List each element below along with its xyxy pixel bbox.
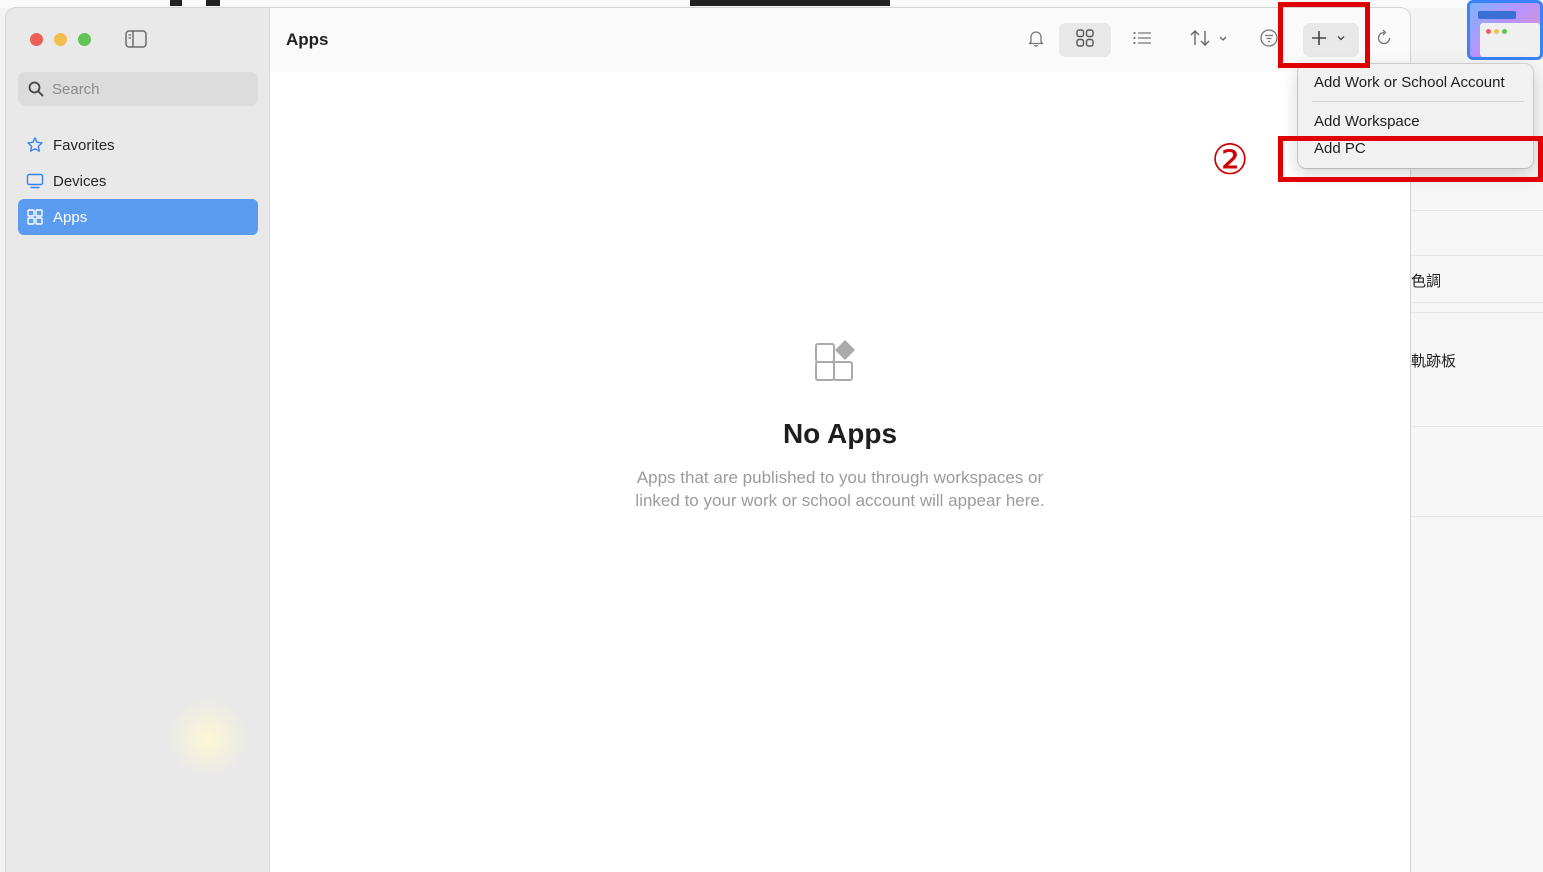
grid-view-icon [1075,28,1095,53]
refresh-icon [1374,28,1394,53]
annotation-highlight-add-button [1278,2,1370,68]
menu-separator [1312,101,1524,102]
star-icon [26,136,44,154]
search-placeholder: Search [52,80,100,98]
empty-state-line: Apps that are published to you through w… [636,468,1044,487]
thumbnail-bar [1478,11,1516,19]
sidebar-item-label: Apps [53,208,88,226]
apps-grid-icon [26,208,44,226]
sort-icon [1189,28,1233,53]
list-view-button[interactable] [1127,23,1157,57]
bg-divider [1411,302,1543,303]
apps-placeholder-icon [812,338,858,384]
sidebar-toggle-icon[interactable] [124,29,148,49]
bg-label-trackpad: 軌跡板 [1411,353,1457,370]
empty-state-message: Apps that are published to you through w… [560,466,1120,512]
thumbnail-dot [1486,29,1491,34]
menu-item-add-workspace[interactable]: Add Workspace [1314,113,1420,130]
bg-divider [1411,312,1543,313]
refresh-button[interactable] [1371,23,1397,57]
bg-divider [1411,210,1543,211]
sidebar-item-apps[interactable]: Apps [18,199,258,235]
sidebar-item-favorites[interactable]: Favorites [18,127,258,163]
page-title: Apps [286,30,329,49]
thumbnail-dot [1502,29,1507,34]
desktop-fragment [690,0,890,6]
monitor-icon [26,172,44,190]
filter-icon [1259,28,1279,53]
search-input[interactable]: Search [18,72,258,106]
bg-divider [1411,426,1543,427]
search-icon [28,81,44,97]
bg-label-tone: 色調 [1411,273,1442,290]
grid-view-button[interactable] [1059,23,1111,57]
bg-divider [1411,516,1543,517]
cursor-highlight [168,698,248,778]
sidebar-item-devices[interactable]: Devices [18,163,258,199]
bg-divider [1411,255,1543,256]
sidebar: Search Favorites Devices Apps [6,8,270,872]
sort-button[interactable] [1185,23,1237,57]
empty-state-line: linked to your work or school account wi… [635,491,1045,510]
sidebar-item-label: Favorites [53,136,115,154]
toolbar: Apps [271,8,1410,72]
annotation-highlight-add-pc [1278,136,1543,182]
close-button[interactable] [30,33,43,46]
desktop-fragment [206,0,220,6]
thumbnail-dot [1494,29,1499,34]
notifications-button[interactable] [1023,23,1049,57]
minimize-button[interactable] [54,33,67,46]
empty-state-title: No Apps [782,418,898,449]
sidebar-item-label: Devices [53,172,107,190]
zoom-button[interactable] [78,33,91,46]
desktop-fragment [170,0,182,6]
menu-item-add-account[interactable]: Add Work or School Account [1314,74,1505,91]
bell-icon [1028,29,1044,52]
annotation-step-label: ② [1211,135,1249,184]
screenshot-thumbnail[interactable] [1467,0,1543,60]
list-view-icon [1132,30,1152,51]
